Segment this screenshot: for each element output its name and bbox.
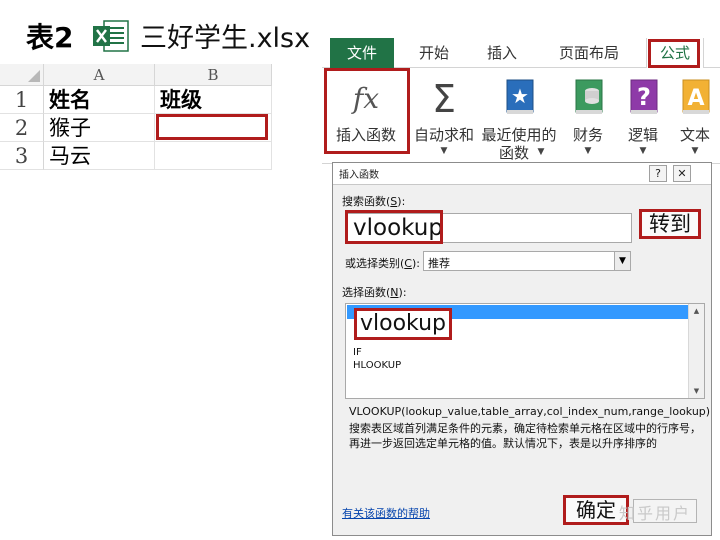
ribbon-body: fx 插入函数 Σ 自动求和 ▼ ★ 最近使用的 函数 ▼ 财务 ▼ ? 逻辑 …	[322, 68, 720, 164]
insert-function-highlight	[324, 68, 410, 154]
function-list-item-vlookup[interactable]: vlookup	[354, 308, 453, 340]
insert-function-dialog: 插入函数 ? ✕ 搜索函数(S): vlookup 转到 或选择类别(C): 推…	[332, 162, 712, 536]
go-button[interactable]: 转到	[639, 209, 701, 239]
svg-text:Σ: Σ	[432, 77, 456, 118]
cell-a3[interactable]: 马云	[44, 142, 155, 170]
autosum-button[interactable]: Σ 自动求和 ▼	[412, 68, 476, 164]
text-functions-dropdown-icon: ▼	[691, 146, 699, 156]
financial-button[interactable]: 财务 ▼	[562, 68, 614, 164]
autosum-dropdown-icon: ▼	[440, 146, 448, 156]
chevron-down-icon[interactable]: ▼	[614, 252, 630, 270]
cell-a1[interactable]: 姓名	[44, 86, 155, 114]
tab-insert[interactable]: 插入	[474, 38, 530, 68]
finance-book-icon	[575, 79, 603, 114]
svg-text:★: ★	[511, 84, 529, 108]
autosum-label: 自动求和	[413, 126, 474, 144]
function-list-item-hlookup[interactable]: HLOOKUP	[353, 360, 401, 371]
svg-text:?: ?	[637, 83, 651, 111]
financial-label: 财务	[572, 126, 603, 144]
sigma-icon: Σ	[432, 77, 456, 118]
file-name: 三好学生.xlsx	[140, 23, 311, 54]
text-functions-label: 文本	[679, 126, 710, 144]
logical-button[interactable]: ? 逻辑 ▼	[618, 68, 668, 164]
dialog-titlebar: 插入函数 ? ✕	[333, 163, 711, 185]
spreadsheet-grid: A B 1 姓名 班级 2 猴子 3 马云	[0, 64, 272, 174]
excel-file-icon	[93, 20, 129, 52]
text-functions-button[interactable]: A 文本 ▼	[670, 68, 720, 164]
help-button[interactable]: ?	[649, 165, 667, 182]
category-label: 或选择类别(C):	[345, 257, 420, 270]
svg-text:A: A	[687, 86, 704, 111]
select-all-corner[interactable]	[0, 64, 44, 86]
function-description: 搜索表区域首列满足条件的元素，确定待检索单元格在区域中的行序号，再进一步返回选定…	[349, 422, 701, 450]
column-header-a[interactable]: A	[44, 64, 155, 86]
function-list-scrollbar[interactable]: ▲ ▼	[688, 304, 704, 398]
watermark: 知乎用户	[619, 504, 692, 523]
cell-b2-highlight	[156, 114, 268, 140]
tab-home[interactable]: 开始	[406, 38, 462, 68]
logical-dropdown-icon: ▼	[639, 146, 647, 156]
scroll-down-icon[interactable]: ▼	[689, 384, 704, 398]
cell-b3[interactable]	[155, 142, 272, 170]
dialog-title: 插入函数	[339, 170, 379, 181]
text-book-icon: A	[682, 79, 710, 114]
function-signature: VLOOKUP(lookup_value,table_array,col_ind…	[349, 405, 711, 418]
column-header-b[interactable]: B	[155, 64, 272, 86]
row-header-3[interactable]: 3	[0, 142, 44, 170]
cell-b1[interactable]: 班级	[155, 86, 272, 114]
tab-file[interactable]: 文件	[330, 38, 394, 68]
function-list[interactable]: vlookup IF HLOOKUP ▲ ▼	[345, 303, 705, 399]
recently-used-button[interactable]: ★ 最近使用的 函数 ▼	[478, 68, 560, 164]
scroll-up-icon[interactable]: ▲	[689, 304, 704, 318]
recently-used-label-line2: 函数	[498, 144, 529, 162]
close-button[interactable]: ✕	[673, 165, 691, 182]
financial-dropdown-icon: ▼	[584, 146, 592, 156]
recently-used-dropdown-icon: ▼	[537, 147, 545, 157]
function-help-link[interactable]: 有关该函数的帮助	[342, 505, 430, 521]
category-value: 推荐	[428, 257, 450, 270]
select-function-label: 选择函数(N):	[342, 286, 407, 299]
figure-label: 表2	[26, 21, 74, 54]
ribbon: 文件 开始 插入 页面布局 公式 fx 插入函数 Σ 自动求和 ▼ ★ 最近使用…	[322, 38, 720, 164]
tab-page-layout[interactable]: 页面布局	[544, 38, 634, 68]
function-list-item-if[interactable]: IF	[353, 347, 362, 358]
star-book-icon: ★	[506, 79, 534, 114]
category-select[interactable]: 推荐 ▼	[423, 251, 631, 271]
question-book-icon: ?	[630, 79, 658, 114]
ribbon-tab-bar: 文件 开始 插入 页面布局 公式	[322, 38, 720, 68]
logical-label: 逻辑	[627, 126, 658, 144]
search-function-label: 搜索函数(S):	[342, 195, 406, 208]
cell-a2[interactable]: 猴子	[44, 114, 155, 142]
row-header-1[interactable]: 1	[0, 86, 44, 114]
tab-formulas-highlight	[648, 39, 700, 68]
search-value-highlight	[345, 210, 443, 244]
row-header-2[interactable]: 2	[0, 114, 44, 142]
